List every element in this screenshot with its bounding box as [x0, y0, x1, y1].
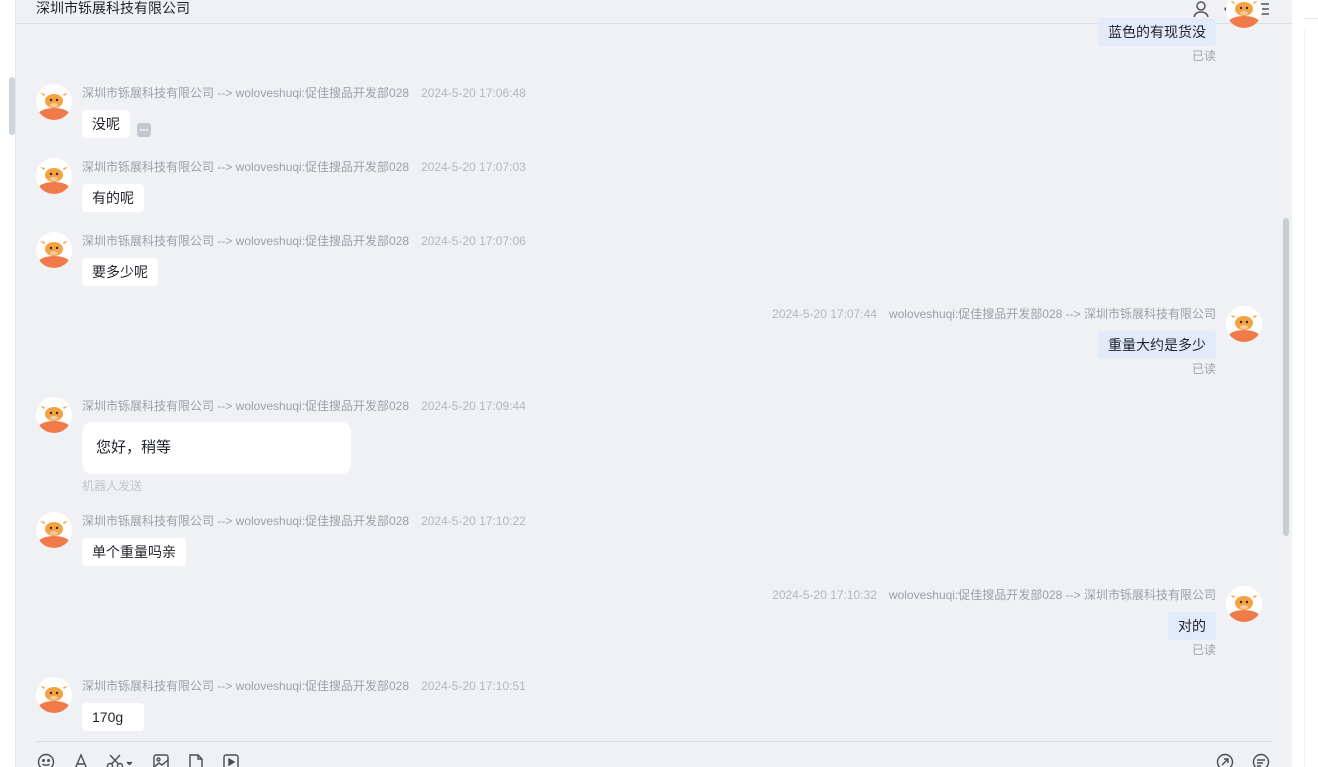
scrollbar-thumb[interactable] [1283, 218, 1289, 536]
user-icon[interactable] [1192, 0, 1210, 18]
timestamp: 2024-5-20 17:10:32 [772, 588, 877, 602]
message-bubble: 您好，稍等 [82, 422, 351, 474]
sender-info: 深圳市铄展科技有限公司 --> woloveshuqi:促佳搜品开发部028 [82, 160, 410, 174]
avatar [36, 512, 72, 548]
sender-info: 深圳市铄展科技有限公司 --> woloveshuqi:促佳搜品开发部028 [82, 399, 410, 413]
avatar [1226, 306, 1262, 342]
sender-info: woloveshuqi:促佳搜品开发部028 --> 深圳市铄展科技有限公司 [888, 307, 1216, 321]
chat-title: 深圳市铄展科技有限公司 [36, 0, 190, 16]
sender-info: 深圳市铄展科技有限公司 --> woloveshuqi:促佳搜品开发部028 [82, 234, 410, 248]
message-bubble: 对的 [1168, 612, 1216, 640]
robot-sent-label: 机器人发送 [82, 479, 143, 493]
quick-reply-icon[interactable] [1252, 753, 1270, 767]
sender-info: 深圳市铄展科技有限公司 --> woloveshuqi:促佳搜品开发部028 [82, 679, 410, 693]
message-meta: 深圳市铄展科技有限公司 --> woloveshuqi:促佳搜品开发部028 20… [82, 679, 526, 693]
font-icon[interactable] [72, 753, 90, 767]
file-icon[interactable] [187, 753, 205, 767]
read-status: 已读 [1191, 362, 1216, 376]
image-icon[interactable] [152, 753, 170, 767]
avatar [36, 677, 72, 713]
message-meta: 深圳市铄展科技有限公司 --> woloveshuqi:促佳搜品开发部028 20… [82, 514, 526, 528]
avatar [36, 232, 72, 268]
video-icon[interactable] [222, 753, 240, 767]
left-panel-edge [0, 0, 16, 767]
emoji-icon[interactable] [37, 753, 55, 767]
timestamp: 2024-5-20 17:07:06 [421, 234, 526, 248]
timestamp: 2024-5-20 17:07:44 [772, 307, 877, 321]
screenshot-icon[interactable] [106, 753, 134, 767]
message-meta: 深圳市铄展科技有限公司 --> woloveshuqi:促佳搜品开发部028 20… [82, 160, 526, 174]
sender-info: 深圳市铄展科技有限公司 --> woloveshuqi:促佳搜品开发部028 [82, 86, 410, 100]
read-status: 已读 [1191, 49, 1216, 63]
message-bubble: 单个重量吗亲 [82, 538, 186, 566]
message-bubble: 170g [82, 703, 144, 731]
message-bubble: 有的呢 [82, 184, 144, 212]
divider [1304, 18, 1318, 19]
timestamp: 2024-5-20 17:06:48 [421, 86, 526, 100]
avatar [36, 397, 72, 433]
message-bubble: 蓝色的有现货没 [1098, 18, 1216, 46]
divider [1304, 30, 1305, 767]
message-meta: 深圳市铄展科技有限公司 --> woloveshuqi:促佳搜品开发部028 20… [82, 399, 526, 413]
sender-info: woloveshuqi:促佳搜品开发部028 --> 深圳市铄展科技有限公司 [888, 588, 1216, 602]
avatar [1226, 586, 1262, 622]
message-bubble: 要多少呢 [82, 258, 158, 286]
message-bubble: 重量大约是多少 [1098, 331, 1216, 359]
timestamp: 2024-5-20 17:10:51 [421, 679, 526, 693]
chat-window: 深圳市铄展科技有限公司 蓝色的有现货没 已读 深圳市铄展科技有限公司 --> w… [16, 0, 1292, 767]
timestamp: 2024-5-20 17:07:03 [421, 160, 526, 174]
message-meta: 2024-5-20 17:10:32 woloveshuqi:促佳搜品开发部028… [772, 588, 1216, 602]
message-meta: 2024-5-20 17:07:44 woloveshuqi:促佳搜品开发部028… [772, 307, 1216, 321]
avatar [36, 158, 72, 194]
avatar [36, 84, 72, 120]
message-meta: 深圳市铄展科技有限公司 --> woloveshuqi:促佳搜品开发部028 20… [82, 86, 526, 100]
message-more-icon[interactable] [137, 123, 151, 137]
message-meta: 深圳市铄展科技有限公司 --> woloveshuqi:促佳搜品开发部028 20… [82, 234, 526, 248]
collapse-handle[interactable] [9, 77, 15, 135]
timestamp: 2024-5-20 17:10:22 [421, 514, 526, 528]
read-status: 已读 [1191, 643, 1216, 657]
input-toolbar [36, 741, 1272, 767]
right-panel-edge [1292, 0, 1318, 767]
timestamp: 2024-5-20 17:09:44 [421, 399, 526, 413]
message-bubble: 没呢 [82, 110, 130, 138]
send-history-icon[interactable] [1216, 753, 1234, 767]
sender-info: 深圳市铄展科技有限公司 --> woloveshuqi:促佳搜品开发部028 [82, 514, 410, 528]
